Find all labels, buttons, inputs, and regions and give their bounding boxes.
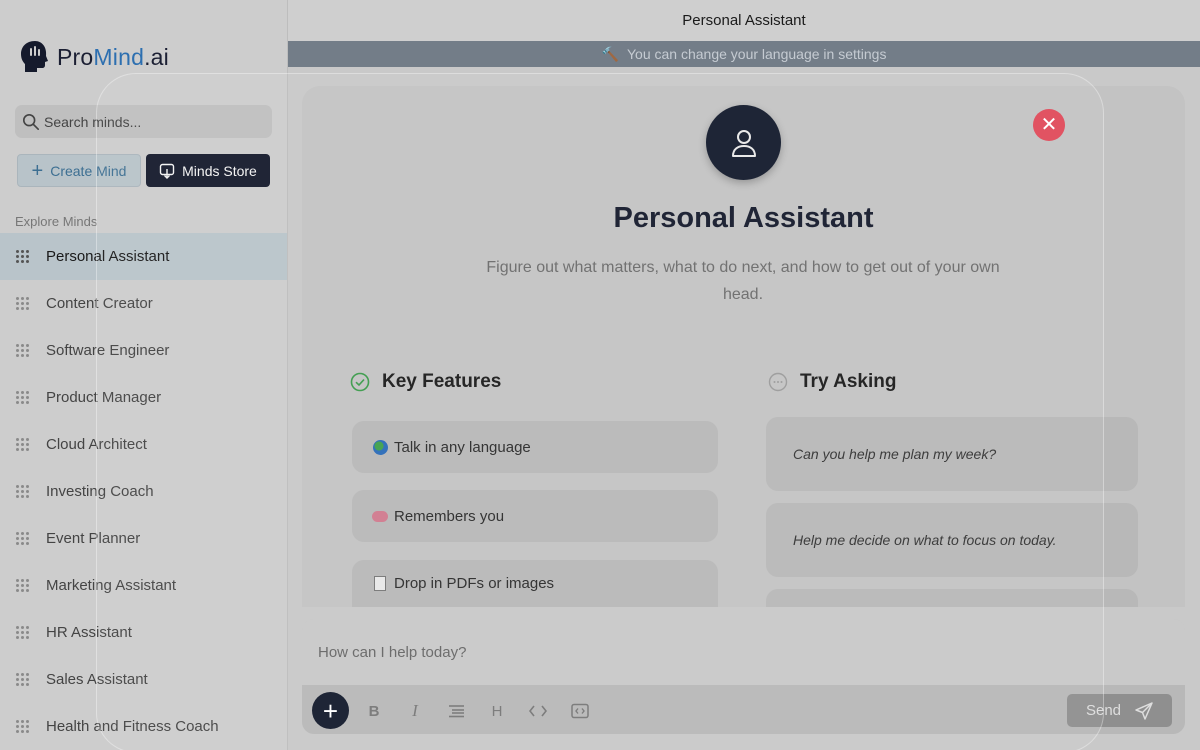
store-icon	[159, 163, 175, 179]
brand-logo[interactable]: ProMind.ai	[20, 37, 169, 77]
sidebar-item-hr-assistant[interactable]: HR Assistant	[0, 609, 287, 656]
close-button[interactable]: ✕	[1033, 109, 1065, 141]
document-icon	[374, 576, 386, 591]
code-block-icon[interactable]	[569, 700, 591, 722]
grid-icon	[16, 720, 29, 733]
language-banner: 🔨 You can change your language in settin…	[288, 41, 1200, 67]
try-asking-heading: Try Asking	[768, 371, 896, 393]
brand-name: ProMind.ai	[57, 43, 169, 70]
globe-icon	[372, 439, 388, 455]
feature-card: Remembers you	[352, 490, 718, 542]
add-attachment-button[interactable]: +	[312, 692, 349, 729]
grid-icon	[16, 391, 29, 404]
grid-icon	[16, 438, 29, 451]
bold-icon[interactable]: B	[363, 700, 385, 722]
hammer-icon: 🔨	[601, 45, 619, 62]
heading-icon[interactable]: H	[486, 700, 508, 722]
check-circle-icon	[350, 372, 370, 392]
sidebar-item-marketing-assistant[interactable]: Marketing Assistant	[0, 562, 287, 609]
minds-store-button[interactable]: Minds Store	[146, 154, 270, 187]
create-mind-button[interactable]: + Create Mind	[17, 154, 141, 187]
suggested-prompt[interactable]: Help me decide on what to focus on today…	[766, 503, 1138, 577]
brain-head-icon	[21, 41, 48, 72]
grid-icon	[16, 532, 29, 545]
paper-plane-icon	[1135, 701, 1153, 720]
grid-icon	[16, 579, 29, 592]
grid-icon	[16, 485, 29, 498]
grid-icon	[16, 250, 29, 263]
sidebar: ProMind.ai + Create Mind Minds Store Exp…	[0, 0, 288, 750]
sidebar-item-health-fitness-coach[interactable]: Health and Fitness Coach	[0, 703, 287, 750]
mind-title: Personal Assistant	[613, 202, 874, 234]
key-features-heading: Key Features	[350, 371, 501, 393]
plus-icon: +	[31, 159, 44, 182]
close-icon: ✕	[1040, 114, 1058, 136]
message-input[interactable]	[302, 619, 1185, 685]
grid-icon	[16, 344, 29, 357]
suggested-prompt[interactable]	[766, 589, 1138, 607]
sidebar-item-software-engineer[interactable]: Software Engineer	[0, 327, 287, 374]
composer-toolbar	[302, 685, 1185, 734]
plus-icon: +	[322, 695, 339, 726]
brain-icon	[372, 510, 388, 522]
search-input[interactable]	[44, 113, 264, 130]
user-icon	[731, 129, 756, 157]
sidebar-item-product-manager[interactable]: Product Manager	[0, 374, 287, 421]
mind-avatar	[706, 105, 781, 180]
sidebar-item-investing-coach[interactable]: Investing Coach	[0, 468, 287, 515]
mind-description: Figure out what matters, what to do next…	[486, 259, 1000, 303]
italic-icon[interactable]: I	[404, 700, 426, 722]
send-button[interactable]: Send	[1067, 694, 1172, 727]
feature-card: Drop in PDFs or images	[352, 560, 718, 607]
grid-icon	[16, 673, 29, 686]
sidebar-item-sales-assistant[interactable]: Sales Assistant	[0, 656, 287, 703]
sidebar-item-personal-assistant[interactable]: Personal Assistant	[0, 233, 287, 280]
code-icon[interactable]	[527, 700, 549, 722]
grid-icon	[16, 297, 29, 310]
sidebar-item-event-planner[interactable]: Event Planner	[0, 515, 287, 562]
minds-list: Personal Assistant Content Creator Softw…	[0, 233, 287, 750]
feature-card: Talk in any language	[352, 421, 718, 473]
search-icon	[22, 113, 40, 130]
page-title: Personal Assistant	[288, 0, 1200, 41]
suggested-prompt[interactable]: Can you help me plan my week?	[766, 417, 1138, 491]
sidebar-item-cloud-architect[interactable]: Cloud Architect	[0, 421, 287, 468]
sidebar-item-content-creator[interactable]: Content Creator	[0, 280, 287, 327]
grid-icon	[16, 626, 29, 639]
search-box	[15, 105, 272, 138]
list-icon[interactable]	[445, 700, 467, 722]
chat-bubble-icon	[768, 372, 788, 392]
section-label: Explore Minds	[15, 214, 98, 229]
